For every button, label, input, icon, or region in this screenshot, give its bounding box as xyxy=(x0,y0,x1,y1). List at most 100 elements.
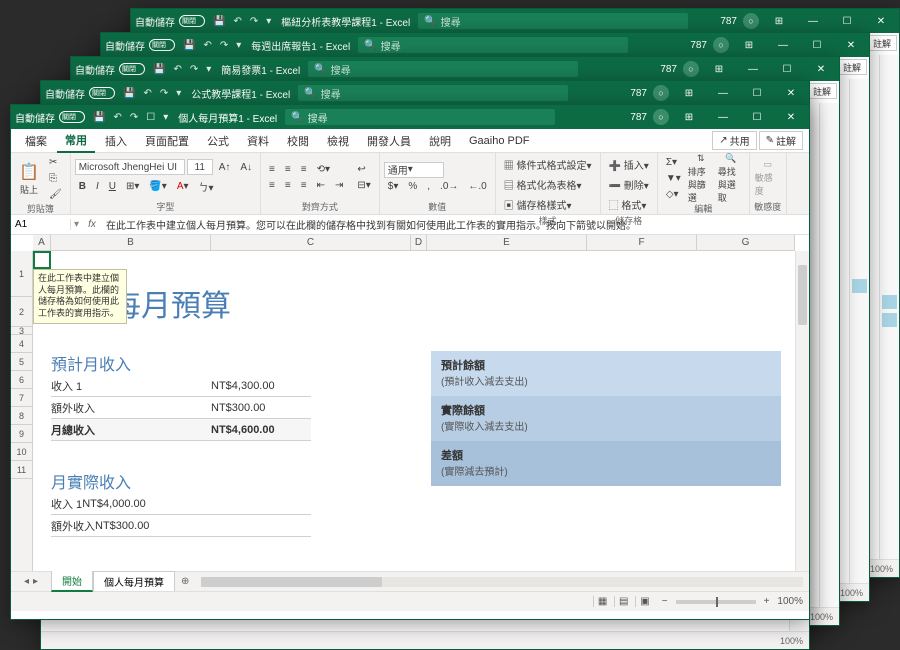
formula-input[interactable]: 在此工作表中建立個人每月預算。您可以在此欄的儲存格中找到有關如何使用此工作表的實… xyxy=(102,217,809,232)
touch-icon[interactable]: ☐ xyxy=(146,112,155,123)
normal-view-icon[interactable]: ▦ xyxy=(593,596,611,607)
col-header[interactable]: C xyxy=(211,235,411,250)
insert-cells-button[interactable]: ➕ 插入▾ xyxy=(605,155,653,174)
row-header[interactable]: 2 xyxy=(11,297,32,327)
quick-access-toolbar[interactable]: 💾↶↷▾ xyxy=(213,16,271,27)
underline-button[interactable]: U xyxy=(105,179,120,194)
minimize-button[interactable]: — xyxy=(799,9,827,33)
col-header[interactable]: F xyxy=(587,235,697,250)
zoom-slider[interactable] xyxy=(676,600,756,604)
notes-button[interactable]: 註解 xyxy=(867,35,897,51)
cells-area[interactable]: 在此工作表中建立個人每月預算。此欄的儲存格為如何使用此工作表的實用指示。 個人每… xyxy=(33,251,795,571)
maximize-button[interactable]: ☐ xyxy=(833,9,861,33)
search-box[interactable]: 🔍搜尋 xyxy=(418,13,688,29)
tab-gaaiho[interactable]: Gaaiho PDF xyxy=(461,132,538,150)
maximize-button[interactable]: ☐ xyxy=(743,105,771,129)
col-header[interactable]: G xyxy=(697,235,795,250)
search-box[interactable]: 🔍搜尋 xyxy=(358,37,628,53)
autosum-icon[interactable]: Σ▾ xyxy=(662,155,685,170)
row-header[interactable]: 4 xyxy=(11,335,32,353)
worksheet-grid[interactable]: A B C D E F G 1 2 3 4 5 6 7 8 9 10 11 在此… xyxy=(11,235,809,571)
align-mid-icon[interactable]: ≡ xyxy=(281,162,295,177)
save-icon[interactable]: 💾 xyxy=(93,112,105,123)
indent-inc-icon[interactable]: ⇥ xyxy=(331,178,347,193)
close-button[interactable]: ✕ xyxy=(777,105,805,129)
tab-formulas[interactable]: 公式 xyxy=(199,130,237,152)
page-layout-view-icon[interactable]: ▤ xyxy=(614,596,632,607)
quick-access-toolbar[interactable]: 💾↶↷▾ xyxy=(183,40,241,51)
undo-icon[interactable]: ↶ xyxy=(113,112,121,123)
find-select-button[interactable]: 🔍尋找與選取 xyxy=(717,161,745,197)
row-header[interactable]: 8 xyxy=(11,407,32,425)
name-box[interactable]: A1 xyxy=(11,219,71,230)
format-painter-icon[interactable]: 🖌 xyxy=(45,187,66,202)
col-header[interactable]: A xyxy=(33,235,51,250)
tab-help[interactable]: 說明 xyxy=(421,130,459,152)
inc-decimal-icon[interactable]: .0→ xyxy=(436,179,462,194)
row-headers[interactable]: 1 2 3 4 5 6 7 8 9 10 11 xyxy=(11,251,33,571)
tab-layout[interactable]: 頁面配置 xyxy=(137,130,197,152)
row-header[interactable]: 11 xyxy=(11,461,32,479)
zoom-in-button[interactable]: + xyxy=(764,596,770,607)
tab-developer[interactable]: 開發人員 xyxy=(359,130,419,152)
orientation-icon[interactable]: ⟲▾ xyxy=(313,162,334,177)
column-headers[interactable]: A B C D E F G xyxy=(33,235,795,251)
autosave-toggle[interactable]: 關閉 xyxy=(179,15,205,27)
font-size-select[interactable]: 11 xyxy=(187,159,213,175)
close-button[interactable]: ✕ xyxy=(867,9,895,33)
row-header[interactable]: 9 xyxy=(11,425,32,443)
zoom-level[interactable]: 100% xyxy=(777,596,803,607)
autosave-toggle[interactable]: 關閉 xyxy=(149,39,175,51)
copy-icon[interactable]: ⎘ xyxy=(45,171,66,186)
align-bot-icon[interactable]: ≡ xyxy=(297,162,311,177)
decrease-font-icon[interactable]: A↓ xyxy=(236,160,256,175)
quick-access-toolbar[interactable]: 💾 ↶ ↷ ☐ ▾ xyxy=(93,112,168,123)
align-left-icon[interactable]: ≡ xyxy=(265,178,279,193)
number-format-select[interactable]: 通用 ▾ xyxy=(384,162,444,178)
row-header[interactable]: 10 xyxy=(11,443,32,461)
titlebar[interactable]: 自動儲存關閉 💾↶↷▾ 樞紐分析表教學課程1 - Excel 🔍搜尋 787 ○… xyxy=(131,9,899,33)
font-color-button[interactable]: A▾ xyxy=(173,179,193,194)
clear-icon[interactable]: ◇▾ xyxy=(662,187,685,202)
row-header[interactable]: 1 xyxy=(11,251,32,297)
wrap-text-button[interactable]: ↩ xyxy=(353,162,374,177)
currency-icon[interactable]: $▾ xyxy=(384,179,403,194)
titlebar[interactable]: 自動儲存關閉 💾↶↷▾ 每週出席報告1 - Excel 🔍搜尋 787○⊞—☐✕ xyxy=(101,33,869,57)
titlebar[interactable]: 自動儲存關閉 💾↶↷▾ 簡易發票1 - Excel 🔍搜尋 787○⊞—☐✕ xyxy=(71,57,839,81)
tab-review[interactable]: 校閱 xyxy=(279,130,317,152)
user-avatar[interactable]: ○ xyxy=(653,109,669,125)
row-header[interactable]: 5 xyxy=(11,353,32,371)
add-sheet-button[interactable]: ⊕ xyxy=(175,576,195,587)
row-header[interactable]: 3 xyxy=(11,327,32,335)
qat-more-icon[interactable]: ▾ xyxy=(163,112,168,123)
phonetic-button[interactable]: ㄅ▾ xyxy=(195,177,218,196)
cell-styles-button[interactable]: ▣ 儲存格樣式▾ xyxy=(500,195,596,214)
name-box-dropdown-icon[interactable]: ▾ xyxy=(71,219,82,230)
conditional-format-button[interactable]: ▦ 條件式格式設定▾ xyxy=(500,155,596,174)
notes-button[interactable]: ✎註解 xyxy=(759,131,803,150)
sort-filter-button[interactable]: ⇅排序與篩選 xyxy=(687,161,715,197)
minimize-button[interactable]: — xyxy=(709,105,737,129)
user-avatar[interactable]: ○ xyxy=(743,13,759,29)
titlebar[interactable]: 自動儲存關閉 💾 ↶ ↷ ☐ ▾ 個人每月預算1 - Excel 🔍搜尋 787… xyxy=(11,105,809,129)
row-header[interactable]: 6 xyxy=(11,371,32,389)
horizontal-scrollbar[interactable] xyxy=(201,577,803,587)
paste-button[interactable]: 📋貼上 xyxy=(15,161,43,197)
bold-button[interactable]: B xyxy=(75,179,90,194)
ribbon-display-icon[interactable]: ⊞ xyxy=(675,105,703,129)
redo-icon[interactable]: ↷ xyxy=(130,112,138,123)
autosave-toggle[interactable]: 關閉 xyxy=(119,63,145,75)
titlebar[interactable]: 自動儲存關閉 💾↶↷▾ 公式教學課程1 - Excel 🔍搜尋 787○⊞—☐✕ xyxy=(41,81,809,105)
tab-home[interactable]: 常用 xyxy=(57,129,95,153)
tab-view[interactable]: 檢視 xyxy=(319,130,357,152)
fx-icon[interactable]: fx xyxy=(82,219,102,230)
scrollbar-thumb[interactable] xyxy=(201,577,381,587)
zoom-out-button[interactable]: − xyxy=(662,596,668,607)
sheet-tab[interactable]: 個人每月預算 xyxy=(93,571,175,591)
sensitivity-button[interactable]: ▭敏感度 xyxy=(754,160,782,196)
percent-icon[interactable]: % xyxy=(404,179,421,194)
cut-icon[interactable]: ✂ xyxy=(45,155,66,170)
tab-file[interactable]: 檔案 xyxy=(17,130,55,152)
font-name-select[interactable]: Microsoft JhengHei UI xyxy=(75,159,185,175)
scrollbar-thumb[interactable] xyxy=(798,265,807,325)
